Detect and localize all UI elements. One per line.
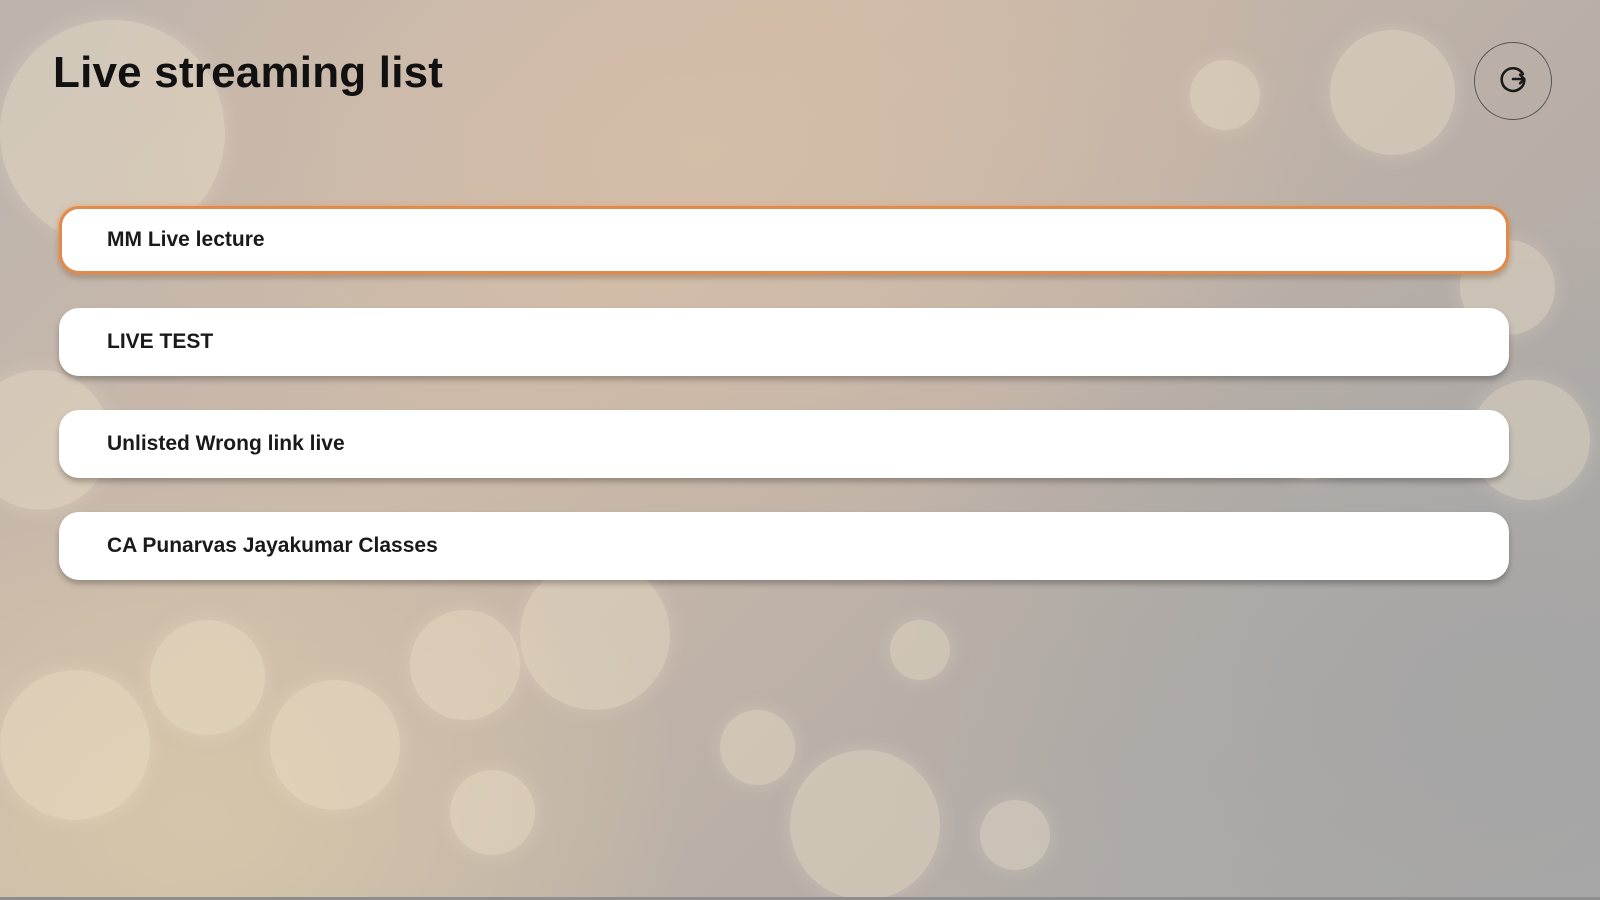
stream-item-unlisted-wrong-link-live[interactable]: Unlisted Wrong link live [59, 410, 1509, 478]
stream-item-mm-live-lecture[interactable]: MM Live lecture [59, 206, 1509, 274]
stream-list: MM Live lecture LIVE TEST Unlisted Wrong… [59, 206, 1509, 614]
refresh-button[interactable] [1474, 42, 1552, 120]
stream-item-label: MM Live lecture [107, 228, 265, 251]
stream-item-ca-punarvas-jayakumar-classes[interactable]: CA Punarvas Jayakumar Classes [59, 512, 1509, 580]
page-title: Live streaming list [53, 48, 444, 97]
stream-item-live-test[interactable]: LIVE TEST [59, 308, 1509, 376]
refresh-icon [1496, 62, 1530, 101]
stream-item-label: LIVE TEST [107, 330, 214, 353]
stream-item-label: Unlisted Wrong link live [107, 432, 345, 455]
stream-item-label: CA Punarvas Jayakumar Classes [107, 534, 438, 557]
